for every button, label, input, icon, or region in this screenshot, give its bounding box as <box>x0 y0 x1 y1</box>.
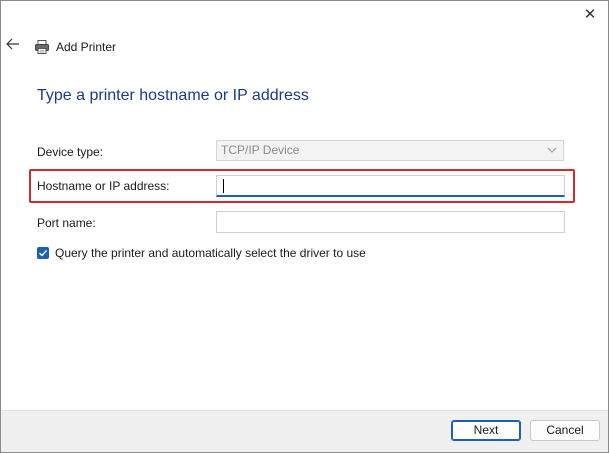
title-bar: Add Printer <box>34 37 116 57</box>
highlight-box <box>29 169 575 203</box>
device-type-select: TCP/IP Device <box>216 140 564 161</box>
port-name-label: Port name: <box>37 216 96 230</box>
chevron-down-icon <box>547 141 557 167</box>
query-printer-option[interactable]: Query the printer and automatically sele… <box>37 246 366 260</box>
device-type-value: TCP/IP Device <box>221 143 300 157</box>
back-button[interactable] <box>6 37 24 55</box>
add-printer-dialog: ✕ Add Printer Type a printer hostname or… <box>0 0 609 453</box>
close-button[interactable]: ✕ <box>578 5 602 25</box>
next-button[interactable]: Next <box>451 420 521 441</box>
checkmark-icon <box>39 250 48 257</box>
dialog-footer: Next Cancel <box>1 410 608 452</box>
back-arrow-icon <box>6 38 19 50</box>
window-title: Add Printer <box>56 40 117 54</box>
port-name-input[interactable] <box>216 211 565 233</box>
printer-icon <box>35 40 49 54</box>
query-printer-label[interactable]: Query the printer and automatically sele… <box>55 246 366 260</box>
cancel-button[interactable]: Cancel <box>530 420 600 441</box>
query-printer-checkbox[interactable] <box>37 247 49 259</box>
device-type-label: Device type: <box>37 145 104 159</box>
close-icon: ✕ <box>583 6 597 23</box>
page-heading: Type a printer hostname or IP address <box>37 87 309 104</box>
